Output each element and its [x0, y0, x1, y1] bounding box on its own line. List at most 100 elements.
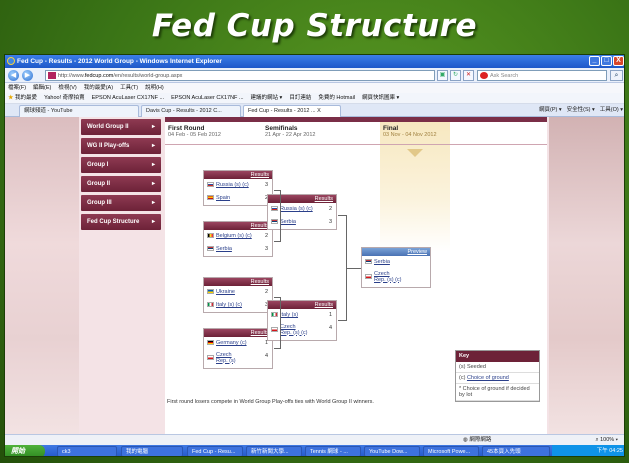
- key-seeded: (s) Seeded: [456, 362, 539, 373]
- chevron-right-icon: ▸: [151, 200, 155, 206]
- belgium-flag-icon: [207, 233, 214, 239]
- minimize-button[interactable]: _: [589, 56, 600, 66]
- header-stripe: [165, 117, 547, 122]
- sidebar-item-fed-cup-structure[interactable]: Fed Cup Structure ▸: [81, 214, 161, 230]
- czech-flag-icon: [207, 354, 214, 360]
- sidebar-item-world-group-ii[interactable]: World Group II ▸: [81, 119, 161, 135]
- sidebar-item-group-i[interactable]: Group I ▸: [81, 157, 161, 173]
- ie-logo-icon: [7, 57, 15, 65]
- final-column-highlight: [380, 122, 450, 252]
- refresh-icon[interactable]: ↻: [450, 70, 461, 81]
- chevron-right-icon: ▸: [151, 143, 155, 149]
- sidebar-item-wg-ii-playoffs[interactable]: WG II Play-offs ▸: [81, 138, 161, 154]
- taskbar-item-youtube[interactable]: YouTube Dow...: [364, 446, 420, 456]
- menu-edit[interactable]: 編輯(E): [33, 83, 51, 93]
- key-lot: * Choice of ground if decided by lot: [456, 384, 539, 401]
- spain-flag-icon: [207, 195, 214, 201]
- taskbar-item-news[interactable]: 新竹新聞大學...: [246, 446, 302, 456]
- footnote: First round losers compete in World Grou…: [167, 399, 374, 405]
- legend-key: Key (s) Seeded (c) Choice of ground * Ch…: [455, 350, 540, 402]
- preview-link[interactable]: Preview: [362, 248, 430, 256]
- results-link[interactable]: Results: [204, 222, 272, 230]
- serbia-flag-icon: [365, 259, 372, 265]
- draw-panel: First Round 04 Feb - 05 Feb 2012 Semifina…: [165, 117, 547, 434]
- tab-youtube[interactable]: 網球頻道 - YouTube: [19, 105, 139, 117]
- sidebar-item-group-ii[interactable]: Group II ▸: [81, 176, 161, 192]
- taskbar-item-my-computer[interactable]: 我的電腦: [121, 446, 183, 456]
- favorites-bar: ★ 我的最愛 Yahoo! 奇摩拍賣 EPSON AcuLaser CX17NF…: [5, 93, 624, 104]
- menu-favorites[interactable]: 我的最愛(A): [84, 83, 113, 93]
- cmd-safety[interactable]: 安全性(S) ▾: [567, 104, 595, 117]
- page-content: World Group II ▸ WG II Play-offs ▸ Group I…: [5, 117, 624, 434]
- maximize-button[interactable]: □: [601, 56, 612, 66]
- tab-fed-cup[interactable]: Fed Cup - Results - 2012 ... X: [243, 105, 341, 117]
- round-header-first: First Round 04 Feb - 05 Feb 2012: [168, 125, 221, 138]
- address-input[interactable]: http://www.fedcup.com/en/results/world-g…: [45, 70, 435, 81]
- sidebar-item-group-iii[interactable]: Group III ▸: [81, 195, 161, 211]
- globe-icon: ◍: [463, 437, 468, 443]
- background-photo-left: [5, 117, 79, 434]
- menu-file[interactable]: 檔案(F): [8, 83, 26, 93]
- chevron-right-icon: ▸: [151, 162, 155, 168]
- key-choice: (c) Choice of ground: [456, 373, 539, 384]
- match-final: Preview Serbia Czech Rep. (s) (c): [361, 247, 431, 288]
- star-icon: ★: [8, 95, 14, 101]
- chevron-right-icon: ▸: [151, 181, 155, 187]
- fav-link-webslice[interactable]: 網頁快訊圖庫 ▾: [362, 93, 399, 103]
- background-photo-right: [549, 117, 624, 434]
- round-header-semifinals: Semifinals 21 Apr - 22 Apr 2012: [265, 125, 316, 138]
- forward-button[interactable]: ▶: [22, 70, 33, 81]
- compatibility-icon[interactable]: ▣: [437, 70, 448, 81]
- match-r1-4: Results Germany (c) 1 Czech Rep. (s) 4: [203, 328, 273, 369]
- taskbar-item-ime[interactable]: 45本頁入先頭: [482, 446, 550, 456]
- taskbar-item-tennis[interactable]: Tennis 網球 - ...: [305, 446, 361, 456]
- results-link[interactable]: Results: [204, 329, 272, 337]
- clock: 下午 04:25: [596, 448, 623, 454]
- tab-davis-cup[interactable]: Davis Cup - Results - 2012 C...: [141, 105, 241, 117]
- chevron-right-icon: ▸: [151, 219, 155, 225]
- fedcup-favicon-icon: [48, 72, 56, 79]
- back-button[interactable]: ◀: [8, 70, 19, 81]
- system-tray: 下午 04:25: [552, 445, 624, 456]
- bracket-connector: [274, 297, 281, 349]
- stop-icon[interactable]: ✕: [463, 70, 474, 81]
- window-titlebar: Fed Cup - Results - 2012 World Group - W…: [5, 55, 624, 68]
- taskbar-item-powerpoint[interactable]: Microsoft Powe...: [423, 446, 479, 456]
- taskbar-item-fedcup[interactable]: Fed Cup - Resu...: [187, 446, 243, 456]
- menu-tools[interactable]: 工具(T): [120, 83, 138, 93]
- sidebar-nav: World Group II ▸ WG II Play-offs ▸ Group I…: [81, 119, 161, 233]
- czech-flag-icon: [365, 273, 372, 279]
- close-button[interactable]: X: [613, 56, 624, 66]
- cmd-page[interactable]: 網頁(P) ▾: [539, 104, 562, 117]
- status-bar: ◍ 網際網路 ⌕ 100% ▾: [5, 434, 624, 445]
- match-r1-1: Results Russia (s) (c)3 Spain2: [203, 170, 273, 206]
- address-bar-row: ◀ ▶ http://www.fedcup.com/en/results/wor…: [5, 68, 624, 83]
- fav-link-hotmail[interactable]: 免費的 Hotmail: [318, 93, 355, 103]
- taskbar: 開始 ck3 我的電腦 Fed Cup - Resu... 新竹新聞大學... …: [5, 445, 624, 456]
- search-input[interactable]: Ask Search: [477, 70, 607, 81]
- fav-link-suggested[interactable]: 建議的網站 ▾: [251, 93, 283, 103]
- fav-link-custom[interactable]: 目訂連結: [289, 93, 311, 103]
- browser-screenshot: Fed Cup - Results - 2012 World Group - W…: [4, 54, 625, 457]
- ask-search-icon: [480, 72, 488, 79]
- start-button[interactable]: 開始: [5, 445, 45, 456]
- menu-view[interactable]: 檢視(V): [58, 83, 76, 93]
- window-title: Fed Cup - Results - 2012 World Group - W…: [17, 58, 222, 65]
- fav-link-yahoo[interactable]: Yahoo! 奇摩拍賣: [44, 93, 85, 103]
- menu-bar: 檔案(F) 編輯(E) 檢視(V) 我的最愛(A) 工具(T) 說明(H): [5, 83, 624, 93]
- menu-help[interactable]: 說明(H): [145, 83, 164, 93]
- fav-link-epson-1[interactable]: EPSON AcuLaser CX17NF ...: [92, 93, 164, 103]
- match-r1-2: Results Belgium (s) (c) 2 Serbia 3: [203, 221, 273, 257]
- taskbar-item-ck3[interactable]: ck3: [57, 446, 117, 456]
- results-link[interactable]: Results: [204, 171, 272, 179]
- germany-flag-icon: [207, 340, 214, 346]
- russia-flag-icon: [207, 182, 214, 188]
- results-link[interactable]: Results: [204, 278, 272, 286]
- cmd-tools[interactable]: 工具(O) ▾: [600, 104, 623, 117]
- search-button[interactable]: ⌕: [610, 70, 623, 81]
- tab-bar: 網球頻道 - YouTube Davis Cup - Results - 201…: [5, 104, 624, 117]
- serbia-flag-icon: [207, 246, 214, 252]
- favorites-button[interactable]: ★ 我的最愛: [8, 93, 37, 103]
- tab-close-icon[interactable]: X: [317, 108, 321, 114]
- fav-link-epson-2[interactable]: EPSON AcuLaser CX17NF ...: [171, 93, 243, 103]
